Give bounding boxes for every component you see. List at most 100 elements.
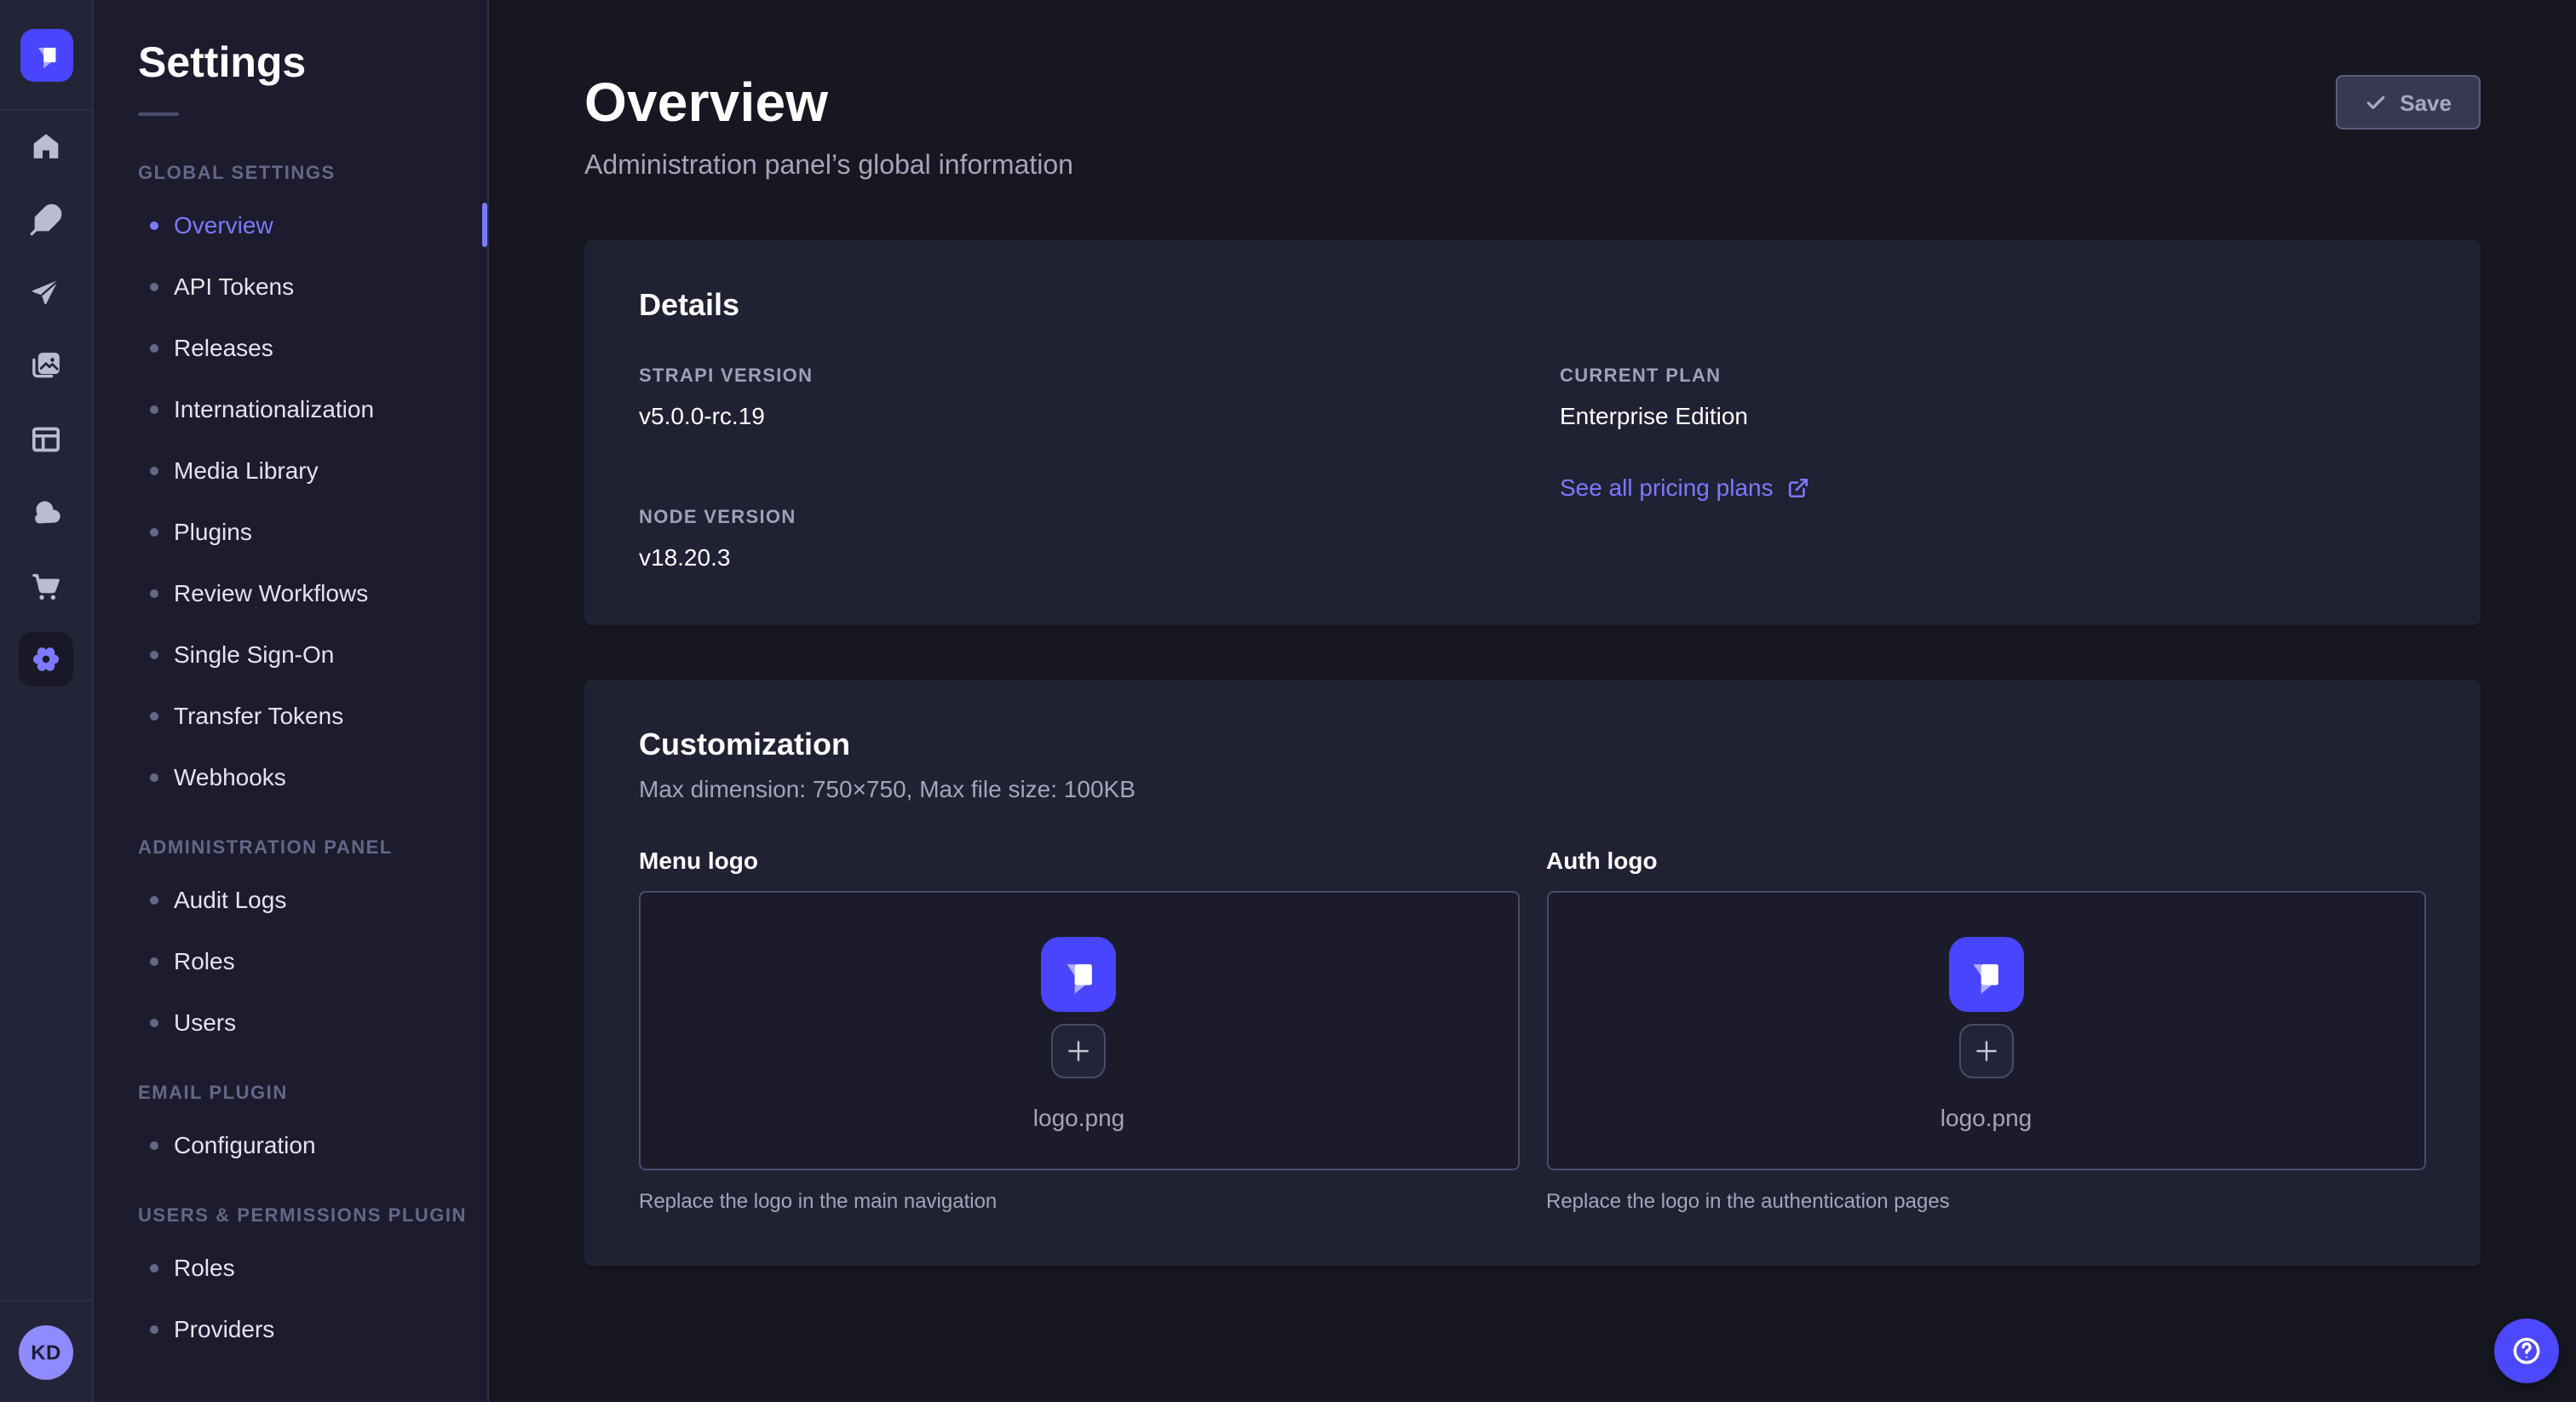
subnav-section-label: GLOBAL SETTINGS <box>138 160 487 187</box>
subnav-item-users[interactable]: Users <box>94 991 487 1053</box>
bullet-icon <box>150 1324 158 1333</box>
strapi-logo-button[interactable] <box>20 28 72 81</box>
subnav-item-label: Configuration <box>174 1128 316 1162</box>
subnav-item-label: Single Sign-On <box>174 637 334 671</box>
subnav-item-internationalization[interactable]: Internationalization <box>94 378 487 440</box>
pricing-plans-link-label: See all pricing plans <box>1560 470 1774 504</box>
node-version-value: v18.20.3 <box>639 540 1505 574</box>
bullet-icon <box>150 527 158 536</box>
rail-bottom-divider <box>0 1300 92 1301</box>
nav-deploy-button[interactable] <box>19 266 73 320</box>
bullet-icon <box>150 343 158 352</box>
subnav-item-label: Transfer Tokens <box>174 698 343 733</box>
send-icon <box>29 276 63 310</box>
save-button-label: Save <box>2400 89 2452 115</box>
subnav-item-roles[interactable]: Roles <box>94 930 487 991</box>
details-right-column: CURRENT PLAN Enterprise Edition See all … <box>1560 363 2426 574</box>
subnav-section-email-plugin: EMAIL PLUGINConfiguration <box>94 1080 487 1175</box>
menu-logo-label: Menu logo <box>639 843 1519 877</box>
nav-settings-button[interactable] <box>19 632 73 687</box>
subnav-section-administration-panel: ADMINISTRATION PANEL Audit LogsRolesUsers <box>94 835 487 1053</box>
nav-home-button[interactable] <box>19 119 73 174</box>
external-link-icon <box>1787 476 1809 498</box>
subnav-item-configuration[interactable]: Configuration <box>94 1114 487 1175</box>
bullet-icon <box>150 466 158 474</box>
help-button[interactable] <box>2494 1319 2559 1383</box>
subnav-item-label: Review Workflows <box>174 576 368 610</box>
auth-logo-hint: Replace the logo in the authentication p… <box>1546 1187 2426 1215</box>
subnav-item-single-sign-on[interactable]: Single Sign-On <box>94 623 487 685</box>
current-plan-value: Enterprise Edition <box>1560 399 2426 433</box>
auth-logo-filename: logo.png <box>1941 1100 2032 1135</box>
nav-content-manager-button[interactable] <box>19 412 73 467</box>
nav-content-builder-button[interactable] <box>19 192 73 247</box>
subnav-item-providers[interactable]: Providers <box>94 1298 487 1359</box>
bullet-icon <box>150 650 158 658</box>
page-title: Overview <box>584 68 1073 136</box>
media-library-images-icon <box>29 349 63 383</box>
menu-logo-add-button[interactable] <box>1052 1024 1107 1078</box>
plus-icon <box>1066 1037 1093 1065</box>
subnav-item-releases[interactable]: Releases <box>94 317 487 378</box>
subnav-item-roles[interactable]: Roles <box>94 1237 487 1298</box>
strapi-logo-icon <box>30 38 62 71</box>
subnav-section-users-permissions-plugin: USERS & PERMISSIONS PLUGINRolesProviders <box>94 1203 487 1359</box>
customization-card-title: Customization <box>639 724 2426 765</box>
strapi-logo-icon <box>1964 951 2010 997</box>
rail-logo-area <box>0 0 92 109</box>
strapi-logo-icon <box>1056 951 1102 997</box>
subnav-item-label: Plugins <box>174 514 252 549</box>
auth-logo-label: Auth logo <box>1546 843 2426 877</box>
details-grid: STRAPI VERSION v5.0.0-rc.19 NODE VERSION… <box>639 363 2426 574</box>
menu-logo-filename: logo.png <box>1033 1100 1124 1135</box>
cloud-icon <box>29 496 63 530</box>
strapi-version-value: v5.0.0-rc.19 <box>639 399 1505 433</box>
bullet-icon <box>150 1263 158 1272</box>
current-plan-field: CURRENT PLAN Enterprise Edition <box>1560 363 2426 433</box>
rail-bottom: KD <box>0 1300 92 1402</box>
nav-cloud-button[interactable] <box>19 486 73 540</box>
subnav-item-label: Overview <box>174 208 273 242</box>
subnav-section-label: ADMINISTRATION PANEL <box>138 835 487 862</box>
page-header-text: Overview Administration panel’s global i… <box>584 68 1073 186</box>
marketplace-cart-icon <box>29 569 63 603</box>
bullet-icon <box>150 1141 158 1149</box>
subnav-item-audit-logs[interactable]: Audit Logs <box>94 869 487 930</box>
subnav-item-api-tokens[interactable]: API Tokens <box>94 256 487 317</box>
auth-logo-block: Auth logo logo.png <box>1546 843 2426 1215</box>
nav-marketplace-button[interactable] <box>19 559 73 613</box>
subnav-sections: GLOBAL SETTINGS Overview API Tokens Release… <box>94 116 487 1359</box>
nav-media-library-button[interactable] <box>19 339 73 394</box>
subnav-item-media-library[interactable]: Media Library <box>94 440 487 501</box>
app-root: KD Settings GLOBAL SETTINGSOverviewAPI T… <box>0 0 2576 1402</box>
save-button[interactable]: Save <box>2335 75 2481 129</box>
auth-logo-upload-box[interactable]: logo.png <box>1546 891 2426 1170</box>
subnav-item-review-workflows[interactable]: Review Workflows <box>94 562 487 623</box>
node-version-field: NODE VERSION v18.20.3 <box>639 504 1505 574</box>
details-card: Details STRAPI VERSION v5.0.0-rc.19 NODE… <box>584 240 2481 625</box>
menu-logo-preview <box>1042 937 1117 1012</box>
menu-logo-upload-box[interactable]: logo.png <box>639 891 1519 1170</box>
bullet-icon <box>150 282 158 290</box>
help-icon <box>2510 1334 2544 1368</box>
subnav-section-global-settings: GLOBAL SETTINGS Overview API Tokens Release… <box>94 160 487 807</box>
bullet-icon <box>150 773 158 781</box>
user-avatar[interactable]: KD <box>19 1325 73 1380</box>
auth-logo-preview <box>1949 937 2024 1012</box>
subnav-item-plugins[interactable]: Plugins <box>94 501 487 562</box>
subnav-item-label: Releases <box>174 330 273 365</box>
subnav-item-label: Roles <box>174 1250 235 1284</box>
bullet-icon <box>150 895 158 904</box>
content-builder-feather-icon <box>29 203 63 237</box>
subnav-item-transfer-tokens[interactable]: Transfer Tokens <box>94 685 487 746</box>
check-icon <box>2364 91 2386 113</box>
strapi-version-label: STRAPI VERSION <box>639 363 1505 390</box>
subnav-item-webhooks[interactable]: Webhooks <box>94 746 487 807</box>
main-nav-rail: KD <box>0 0 94 1402</box>
pricing-plans-link[interactable]: See all pricing plans <box>1560 470 1809 504</box>
auth-logo-add-button[interactable] <box>1959 1024 2014 1078</box>
plus-icon <box>1973 1037 2000 1065</box>
subnav-item-overview[interactable]: Overview <box>94 194 487 256</box>
subnav-item-label: Webhooks <box>174 760 286 794</box>
subnav-item-label: Media Library <box>174 453 319 487</box>
